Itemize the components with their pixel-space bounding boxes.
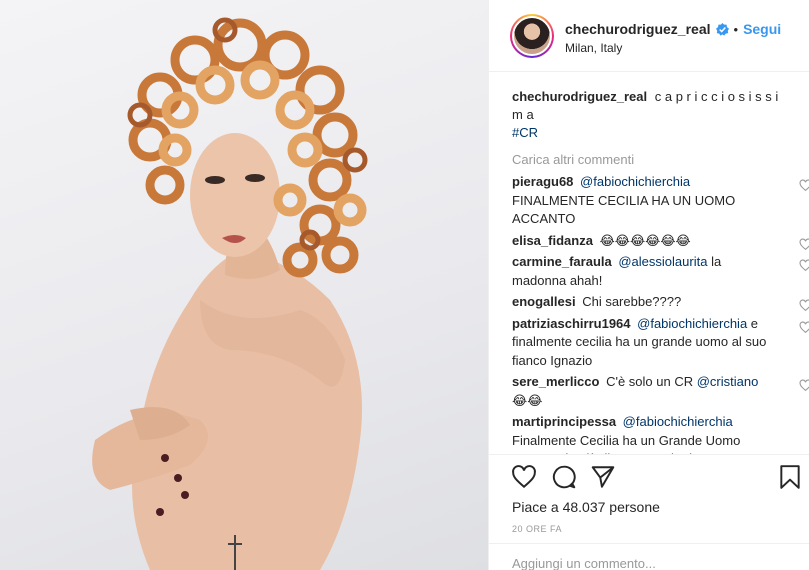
comment-like-heart-icon[interactable] (799, 320, 809, 334)
comment-text: 😂😂 (512, 392, 543, 408)
comment-username[interactable]: enogallesi (512, 294, 576, 309)
comment-like-heart-icon[interactable] (799, 379, 809, 392)
comment-mention[interactable]: @fabiochichierchia (637, 316, 747, 331)
likes-count[interactable]: Piace a 48.037 persone (512, 499, 660, 515)
comment-item: sere_merlicco C'è solo un CR @cristiano … (512, 373, 809, 410)
add-comment-bar (489, 543, 809, 570)
comments-list[interactable]: chechurodriguez_real c a p r i c c i o s… (489, 72, 809, 454)
verified-badge-icon (715, 22, 729, 36)
comment-item: carmine_faraula @alessiolaurita la madon… (512, 253, 809, 290)
post-time[interactable]: 20 ORE FA (512, 524, 562, 534)
comment-like-heart-icon[interactable] (799, 179, 809, 192)
comment-item: pieragu68 @fabiochichierchia FINALMENTE … (512, 173, 809, 229)
header-user-row: chechurodriguez_real • Segui (565, 21, 781, 37)
follow-button[interactable]: Segui (743, 21, 781, 37)
caption-username[interactable]: chechurodriguez_real (512, 89, 647, 104)
separator-dot: • (733, 21, 739, 37)
comment-mention[interactable]: @cristiano (697, 374, 759, 389)
comment-icon[interactable] (551, 464, 577, 490)
share-icon[interactable] (590, 464, 616, 490)
comment-username[interactable]: pieragu68 (512, 174, 573, 189)
post-actions: Piace a 48.037 persone 20 ORE FA (489, 454, 809, 570)
comment-item: patriziaschirru1964 @fabiochichierchia e… (512, 315, 809, 371)
post-side-panel: chechurodriguez_real • Segui Milan, Ital… (488, 0, 809, 570)
avatar[interactable] (510, 14, 554, 58)
post-caption: chechurodriguez_real c a p r i c c i o s… (512, 88, 787, 142)
comment-like-heart-icon[interactable] (799, 259, 809, 272)
comment-mention[interactable]: @fabiochichierchia (580, 174, 690, 189)
comment-text: FINALMENTE CECILIA HA UN UOMO ACCANTO (512, 192, 736, 227)
comment-like-heart-icon[interactable] (799, 237, 809, 251)
comment-text: 😂😂😂😂😂😂 (599, 232, 691, 248)
bookmark-icon[interactable] (777, 464, 803, 490)
comment-item: martiprincipessa @fabiochichierchia Fina… (512, 413, 770, 454)
post-header: chechurodriguez_real • Segui Milan, Ital… (489, 0, 809, 72)
comment-text: Finalmente Cecilia ha un Grande Uomo acc… (512, 432, 768, 455)
comment-username[interactable]: martiprincipessa (512, 414, 616, 429)
comment-mention[interactable]: @alessiolaurita (618, 254, 707, 269)
comment-username[interactable]: sere_merlicco (512, 374, 599, 389)
comment-username[interactable]: patriziaschirru1964 (512, 316, 631, 331)
avatar-image (512, 16, 552, 56)
comment-item: enogallesi Chi sarebbe???? (512, 293, 809, 312)
comment-mention[interactable]: @fabiochichierchia (623, 414, 733, 429)
header-username[interactable]: chechurodriguez_real (565, 21, 711, 37)
post-photo-illustration (92, 17, 368, 570)
add-comment-input[interactable] (512, 556, 772, 570)
comment-username[interactable]: carmine_faraula (512, 254, 612, 269)
comment-text: Chi sarebbe???? (582, 294, 682, 309)
heart-icon[interactable] (511, 464, 537, 490)
load-more-comments-button[interactable]: Carica altri commenti (512, 152, 809, 167)
comment-item: elisa_fidanza 😂😂😂😂😂😂 (512, 232, 809, 251)
comment-like-heart-icon[interactable] (799, 299, 809, 312)
comment-username[interactable]: elisa_fidanza (512, 233, 593, 248)
caption-hashtag[interactable]: #CR (512, 125, 538, 140)
comment-text: C'è solo un CR (606, 374, 694, 389)
post-photo[interactable] (0, 0, 488, 570)
post-location[interactable]: Milan, Italy (565, 41, 622, 55)
